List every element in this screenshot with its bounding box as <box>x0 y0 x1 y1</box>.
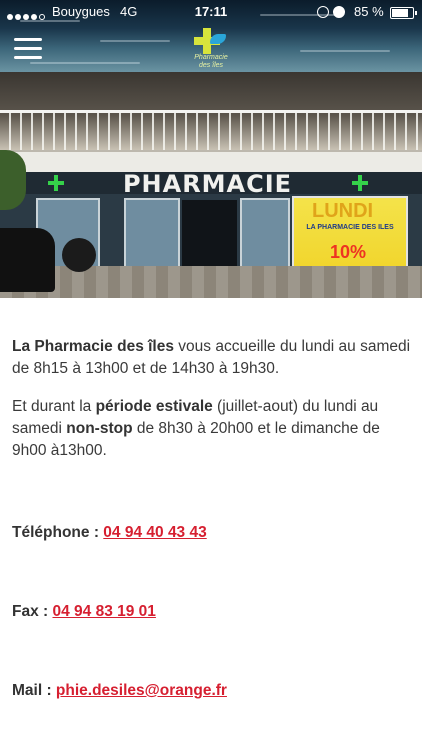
parked-car <box>0 228 55 292</box>
opening-hours-text: La Pharmacie des îles vous accueille du … <box>12 336 412 478</box>
summer-hours-paragraph: Et durant la période estivale (juillet-a… <box>12 398 380 459</box>
hamburger-icon <box>14 38 42 41</box>
hamburger-menu-button[interactable] <box>14 38 42 59</box>
pharmacy-cross-icon <box>48 175 64 191</box>
mail-link[interactable]: phie.desiles@orange.fr <box>56 682 227 699</box>
orientation-lock-icon <box>317 6 329 18</box>
fax-label: Fax : <box>12 603 53 620</box>
fax-row: Fax : 04 94 83 19 01 <box>12 603 156 621</box>
mail-row: Mail : phie.desiles@orange.fr <box>12 682 227 700</box>
intro-paragraph: La Pharmacie des îles vous accueille du … <box>12 338 411 377</box>
shop-door <box>182 200 237 270</box>
phone-row: Téléphone : 04 94 40 43 43 <box>12 524 207 542</box>
alarm-icon <box>333 6 345 18</box>
pharmacy-sign: PHARMACIE <box>122 170 293 198</box>
fax-link[interactable]: 04 94 83 19 01 <box>52 603 155 620</box>
pharmacy-cross-icon <box>352 175 368 191</box>
logo-bird-icon <box>210 34 226 44</box>
battery-percent: 85 % <box>354 4 384 19</box>
battery-icon <box>390 7 417 19</box>
phone-label: Téléphone : <box>12 524 104 541</box>
phone-link[interactable]: 04 94 40 43 43 <box>103 524 206 541</box>
parked-scooter <box>62 238 96 272</box>
logo-text: Pharmacie des îles <box>194 54 228 69</box>
status-bar: Bouygues 4G 17:11 85 % <box>0 0 422 24</box>
shop-poster: LUNDI LA PHARMACIE DES ILES 10% <box>292 196 408 272</box>
mail-label: Mail : <box>12 682 56 699</box>
pharmacy-logo: Pharmacie des îles <box>190 24 232 72</box>
